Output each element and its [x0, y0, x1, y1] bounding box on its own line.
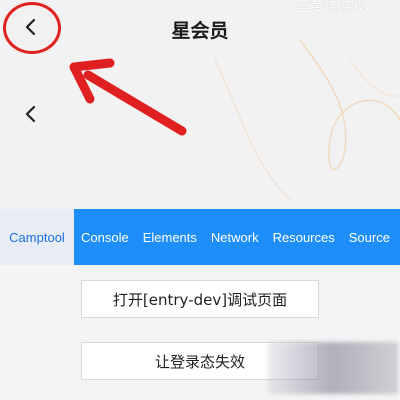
devtools-tab-bar: Camptool Console Elements Network Resour… [0, 209, 400, 265]
tab-elements[interactable]: Elements [136, 209, 204, 265]
tab-resources[interactable]: Resources [266, 209, 342, 265]
header-bar: 星会员 [0, 0, 400, 60]
tab-camptool[interactable]: Camptool [0, 209, 74, 265]
page-title: 星会员 [171, 20, 229, 42]
tab-network[interactable]: Network [204, 209, 266, 265]
page: 蓝莓睛游戏 星会员 Camptool Console Elements Netw… [0, 0, 400, 400]
annotation-arrow [69, 58, 187, 136]
tab-console[interactable]: Console [74, 209, 136, 265]
invalidate-login-button[interactable]: 让登录态失效 [81, 342, 319, 380]
back-button-secondary[interactable] [16, 98, 46, 130]
chevron-left-icon [25, 105, 36, 123]
tab-source[interactable]: Source [342, 209, 397, 265]
open-debug-page-button[interactable]: 打开[entry-dev]调试页面 [81, 280, 319, 318]
